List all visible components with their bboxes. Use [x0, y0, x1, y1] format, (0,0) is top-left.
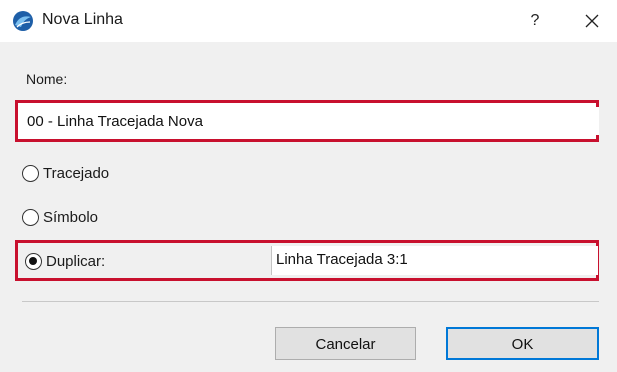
archicad-logo-icon	[13, 11, 33, 31]
ok-button[interactable]: OK	[446, 327, 599, 360]
duplicate-source-field[interactable]: Linha Tracejada 3:1	[271, 246, 598, 275]
close-icon[interactable]	[577, 6, 607, 36]
name-field-highlight	[15, 100, 599, 142]
duplicate-source-value: Linha Tracejada 3:1	[276, 251, 408, 268]
radio-option-tracejado[interactable]: Tracejado	[22, 162, 109, 184]
radio-button-simbolo[interactable]	[22, 208, 39, 226]
radio-button-tracejado[interactable]	[22, 164, 39, 182]
radio-label-simbolo: Símbolo	[43, 208, 99, 226]
name-input[interactable]	[23, 107, 599, 135]
radio-option-simbolo[interactable]: Símbolo	[22, 206, 98, 228]
help-button[interactable]: ?	[520, 6, 550, 36]
window-title: Nova Linha	[42, 11, 123, 28]
radio-option-duplicar[interactable]: Duplicar:	[25, 250, 105, 272]
new-line-dialog: Nova Linha ? Nome: Tracejado Símbolo Dup…	[0, 0, 617, 372]
dialog-body: Nome: Tracejado Símbolo Duplicar: Linha …	[0, 42, 617, 372]
separator	[22, 301, 599, 302]
duplicate-row-highlight: Duplicar: Linha Tracejada 3:1	[15, 240, 599, 281]
radio-label-duplicar: Duplicar:	[46, 252, 106, 270]
name-label: Nome:	[26, 71, 68, 87]
cancel-button[interactable]: Cancelar	[275, 327, 416, 360]
radio-button-duplicar[interactable]	[25, 252, 42, 270]
title-bar[interactable]: Nova Linha ?	[0, 0, 617, 42]
radio-label-tracejado: Tracejado	[43, 164, 110, 182]
